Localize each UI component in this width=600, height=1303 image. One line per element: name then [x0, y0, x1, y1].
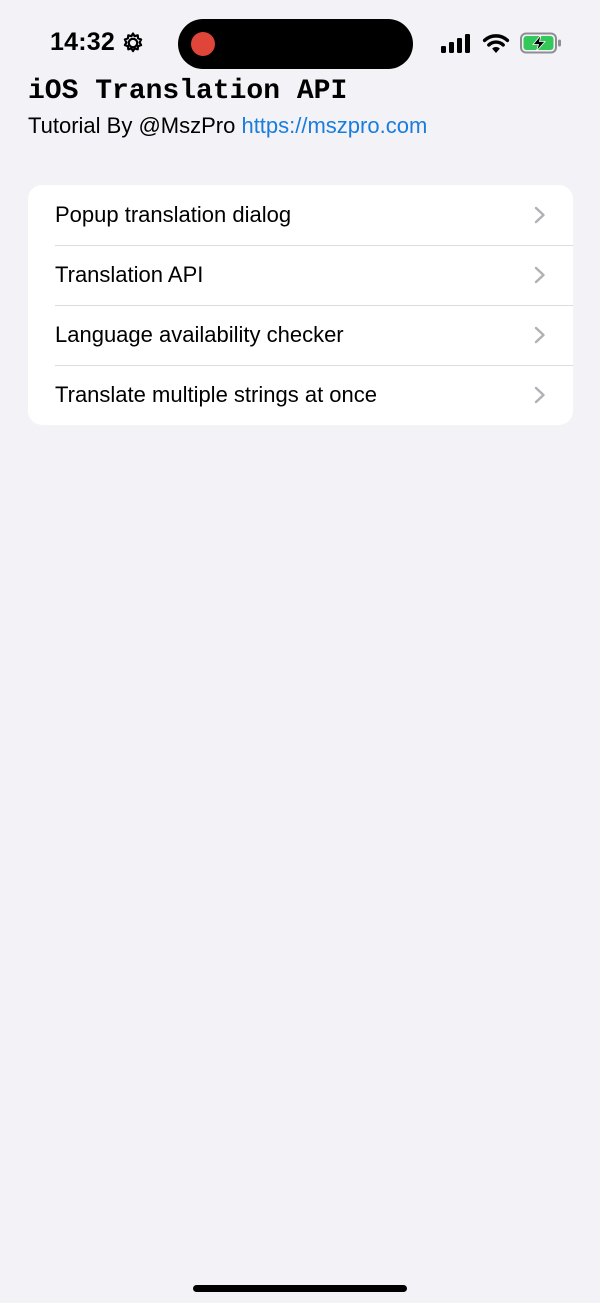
page-subtitle: Tutorial By @MszPro https://mszpro.com	[28, 112, 427, 140]
menu-item-label: Translation API	[55, 262, 204, 287]
menu-list: Popup translation dialog Translation API…	[28, 185, 573, 425]
chevron-right-icon	[534, 206, 545, 224]
status-bar: 14:32	[0, 0, 600, 80]
wifi-icon	[482, 34, 510, 53]
battery-charging-icon	[520, 32, 561, 54]
dynamic-island	[178, 19, 413, 69]
chevron-right-icon	[534, 386, 545, 404]
menu-item-language-availability-checker[interactable]: Language availability checker	[28, 305, 573, 365]
gear-icon	[123, 31, 143, 52]
chevron-right-icon	[534, 266, 545, 284]
status-right	[440, 32, 562, 54]
cellular-signal-icon	[441, 34, 470, 53]
chevron-right-icon	[534, 326, 545, 344]
home-indicator[interactable]	[193, 1285, 407, 1292]
menu-item-translation-api[interactable]: Translation API	[28, 245, 573, 305]
page-title: iOS Translation API	[28, 76, 348, 107]
menu-item-label: Translate multiple strings at once	[55, 382, 377, 407]
menu-item-label: Popup translation dialog	[55, 202, 292, 227]
website-link[interactable]: https://mszpro.com	[241, 113, 427, 138]
status-left: 14:32	[50, 28, 145, 57]
screen-recording-indicator-icon	[191, 32, 215, 56]
menu-item-label: Language availability checker	[55, 322, 344, 347]
menu-item-popup-translation-dialog[interactable]: Popup translation dialog	[28, 185, 573, 245]
status-time: 14:32	[50, 28, 115, 56]
subtitle-author: Tutorial By @MszPro	[28, 113, 242, 138]
menu-item-translate-multiple-strings[interactable]: Translate multiple strings at once	[28, 365, 573, 425]
